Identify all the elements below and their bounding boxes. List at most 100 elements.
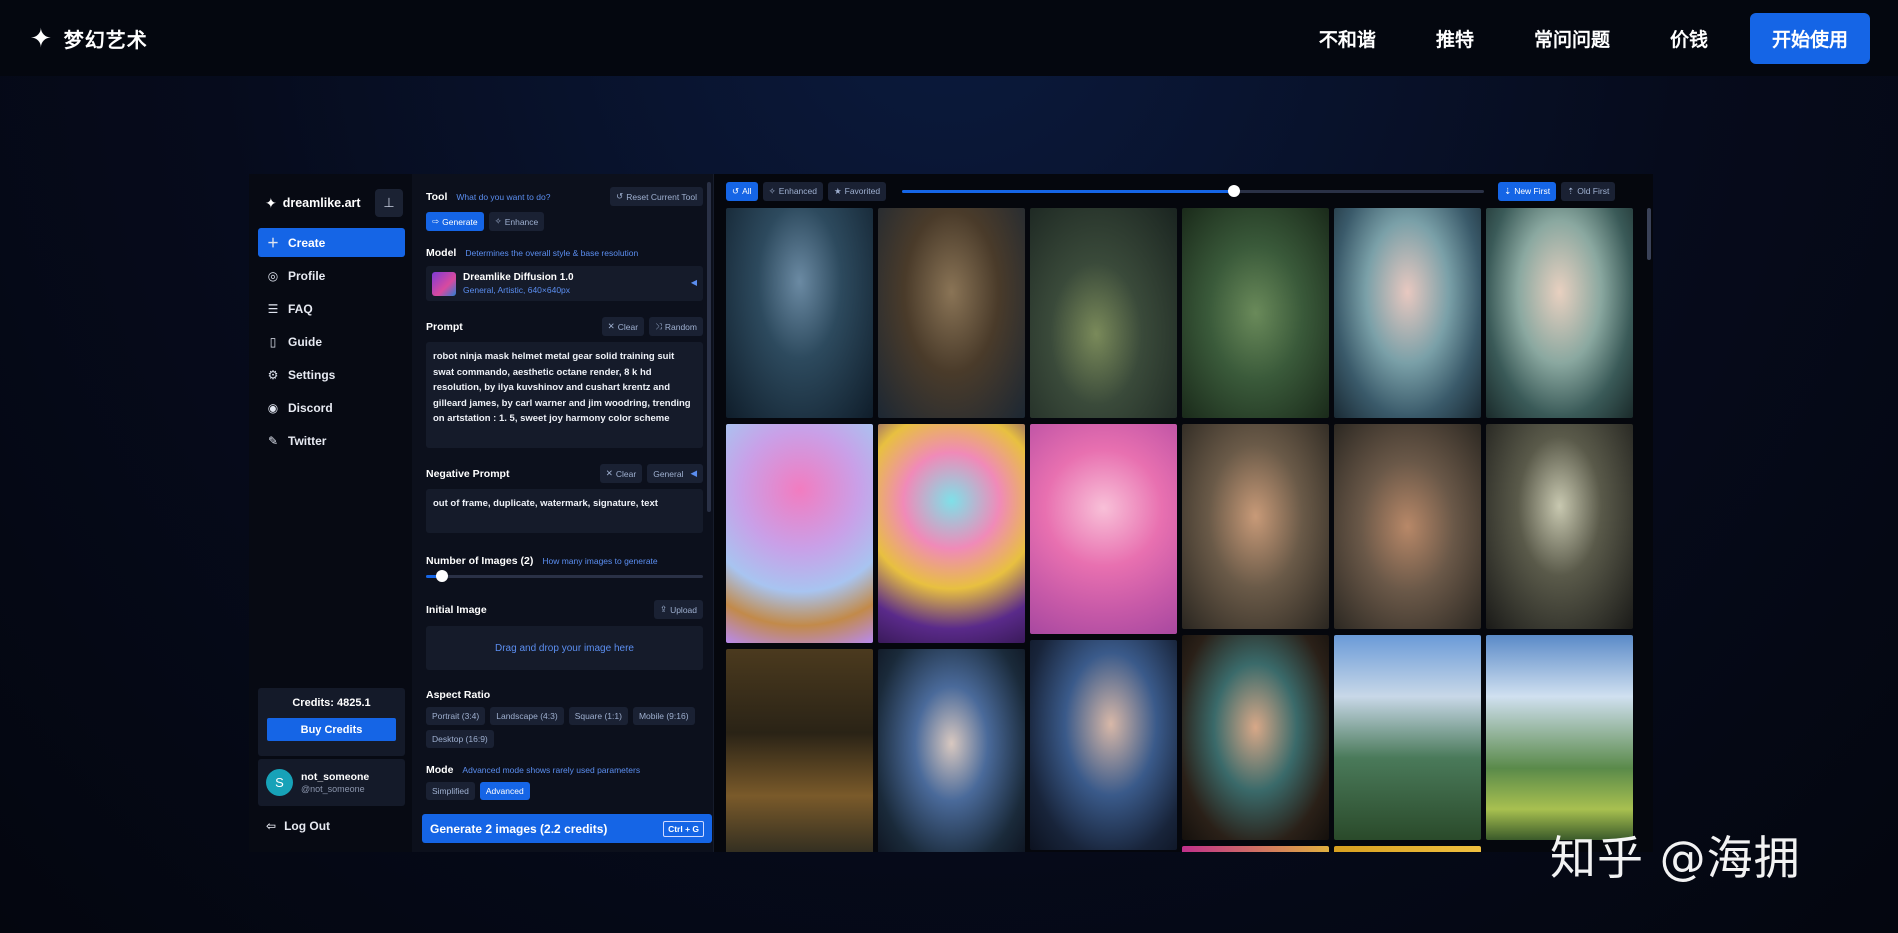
- pin-sidebar-button[interactable]: ⊥: [375, 189, 403, 217]
- aspect-desktop-option[interactable]: Desktop (16:9): [426, 730, 494, 748]
- credits-balance: Credits: 4825.1: [292, 697, 371, 709]
- generate-icon: ⇨: [432, 216, 440, 226]
- gallery-image-anime-girl-1[interactable]: [1334, 208, 1481, 418]
- sidebar-item-settings[interactable]: ⚙ Settings: [258, 360, 405, 389]
- gallery-image-icecream-2[interactable]: [878, 424, 1025, 643]
- gallery-image-yoda-1[interactable]: [1030, 208, 1177, 418]
- gallery-image-landscape-1[interactable]: [1334, 635, 1481, 840]
- filter-enhanced[interactable]: ✧ Enhanced: [762, 181, 823, 201]
- zoom-slider[interactable]: [902, 184, 1485, 197]
- sidebar-item-faq[interactable]: ☰ FAQ: [258, 294, 405, 323]
- nav-link-discord[interactable]: 不和谐: [1319, 25, 1376, 52]
- gallery-image-partial-5[interactable]: [1334, 846, 1481, 852]
- negative-preset-select[interactable]: General ◀: [647, 464, 703, 483]
- sort-old-first[interactable]: ⇡ Old First: [1561, 181, 1616, 201]
- gallery-image-city-street[interactable]: [726, 649, 873, 852]
- generate-button[interactable]: Generate 2 images (2.2 credits) Ctrl + G: [422, 814, 712, 843]
- user-name: not_someone: [301, 771, 370, 783]
- tool-generate-label: Generate: [442, 216, 478, 227]
- reset-tool-button[interactable]: ↺ Reset Current Tool: [610, 187, 703, 206]
- site-header: ✦ 梦幻艺术 不和谐 推特 常问问题 价钱 开始使用: [0, 0, 1898, 76]
- logout-button[interactable]: ⇦ Log Out: [266, 819, 330, 833]
- history-icon: ↺: [732, 185, 740, 196]
- num-images-label: Number of Images (2): [426, 555, 534, 567]
- logout-label: Log Out: [284, 819, 331, 833]
- mode-hint: Advanced mode shows rarely used paramete…: [462, 765, 641, 775]
- random-prompt-button[interactable]: ⤨ Random: [649, 317, 703, 336]
- gear-icon: ⚙: [267, 367, 279, 382]
- site-brand[interactable]: ✦ 梦幻艺术: [30, 24, 148, 53]
- app-logo[interactable]: ✦ dreamlike.art: [258, 195, 361, 212]
- upload-button[interactable]: ⇪ Upload: [653, 600, 703, 619]
- gallery-image-icecream-1[interactable]: [726, 424, 873, 643]
- sort-asc-icon: ⇡: [1567, 185, 1575, 196]
- tool-generate-option[interactable]: ⇨ Generate: [426, 212, 484, 231]
- sidebar-item-label: FAQ: [288, 301, 313, 316]
- gallery-image-yoda-2[interactable]: [1182, 208, 1329, 418]
- user-card[interactable]: S not_someone @not_someone: [258, 759, 405, 806]
- gallery-image-anime-girl-2[interactable]: [1486, 208, 1633, 418]
- gallery-image-icecream-3[interactable]: [1030, 424, 1177, 634]
- gallery-image-woman-teal[interactable]: [1182, 635, 1329, 840]
- clear-prompt-button[interactable]: ✕ Clear: [601, 317, 645, 336]
- sidebar-item-label: Guide: [288, 334, 323, 349]
- negative-preset-label: General: [653, 468, 684, 479]
- prompt-input[interactable]: robot ninja mask helmet metal gear solid…: [426, 342, 703, 448]
- gallery-image-owl-blue[interactable]: [726, 208, 873, 418]
- slider-handle[interactable]: [436, 570, 448, 582]
- model-select[interactable]: Dreamlike Diffusion 1.0 General, Artisti…: [426, 266, 703, 301]
- gallery-image-warrior-3[interactable]: [1486, 424, 1633, 629]
- sidebar-item-discord[interactable]: ◉ Discord: [258, 393, 405, 422]
- sidebar-item-label: Twitter: [288, 433, 327, 448]
- gallery-image-landscape-2[interactable]: [1486, 635, 1633, 840]
- tool-enhance-label: Enhance: [504, 216, 539, 227]
- sort-new-label: New First: [1514, 186, 1551, 196]
- app-name: dreamlike.art: [282, 196, 361, 210]
- shortcut-badge: Ctrl + G: [663, 820, 704, 837]
- gallery-image-girl-blue-1[interactable]: [878, 649, 1025, 852]
- slider-handle[interactable]: [1227, 184, 1240, 197]
- filter-all[interactable]: ↺ All: [726, 181, 758, 201]
- x-icon: ✕: [605, 468, 613, 478]
- gallery-image-warrior-2[interactable]: [1334, 424, 1481, 629]
- sort-new-first[interactable]: ⇣ New First: [1498, 181, 1557, 201]
- buy-credits-button[interactable]: Buy Credits: [267, 718, 396, 741]
- sidebar-item-guide[interactable]: ▯ Guide: [258, 327, 405, 356]
- nav-link-twitter[interactable]: 推特: [1436, 25, 1474, 52]
- clear-negative-button[interactable]: ✕ Clear: [599, 464, 643, 483]
- image-gallery: ↺ All ✧ Enhanced ★ Favorited ⇣ New First ⇡ Ol…: [714, 174, 1653, 852]
- mode-advanced-option[interactable]: Advanced: [479, 782, 530, 800]
- sidebar-item-profile[interactable]: ◎ Profile: [258, 261, 405, 290]
- sidebar-item-label: Settings: [288, 367, 336, 382]
- gallery-scrollbar[interactable]: [1647, 208, 1651, 260]
- sparkle-icon: ✦: [30, 23, 52, 53]
- image-dropzone[interactable]: Drag and drop your image here: [426, 626, 703, 670]
- mode-simplified-option[interactable]: Simplified: [426, 782, 475, 800]
- num-images-slider[interactable]: [426, 570, 703, 582]
- get-started-button[interactable]: 开始使用: [1749, 12, 1870, 64]
- filter-favorited[interactable]: ★ Favorited: [828, 181, 887, 201]
- gallery-image-owl-brown[interactable]: [878, 208, 1025, 418]
- model-desc: General, Artistic, 640×640px: [463, 285, 571, 295]
- tool-enhance-option[interactable]: ✧ Enhance: [488, 212, 545, 231]
- aspect-portrait-option[interactable]: Portrait (3:4): [426, 707, 486, 725]
- sidebar: ✦ dreamlike.art ⊥ ＋ Create ◎ Profile ☰ F…: [249, 174, 412, 852]
- gallery-image-partial-4[interactable]: [1182, 846, 1329, 852]
- sidebar-item-create[interactable]: ＋ Create: [258, 228, 405, 257]
- random-prompt-label: Random: [664, 321, 697, 332]
- site-brand-name: 梦幻艺术: [63, 29, 148, 52]
- x-icon: ✕: [607, 321, 615, 331]
- gallery-image-girl-blue-2[interactable]: [1030, 640, 1177, 850]
- sidebar-item-twitter[interactable]: ✎ Twitter: [258, 426, 405, 455]
- aspect-landscape-option[interactable]: Landscape (4:3): [490, 707, 564, 725]
- pin-icon: ⊥: [383, 195, 395, 210]
- negative-prompt-input[interactable]: out of frame, duplicate, watermark, sign…: [426, 489, 703, 533]
- aspect-square-option[interactable]: Square (1:1): [568, 707, 628, 725]
- book-icon: ▯: [269, 334, 277, 349]
- nav-link-pricing[interactable]: 价钱: [1670, 25, 1708, 52]
- gallery-image-warrior-1[interactable]: [1182, 424, 1329, 629]
- aspect-mobile-option[interactable]: Mobile (9:16): [632, 707, 695, 725]
- panel-scrollbar[interactable]: [707, 182, 711, 512]
- nav-link-faq[interactable]: 常问问题: [1534, 25, 1610, 52]
- list-icon: ☰: [267, 301, 279, 316]
